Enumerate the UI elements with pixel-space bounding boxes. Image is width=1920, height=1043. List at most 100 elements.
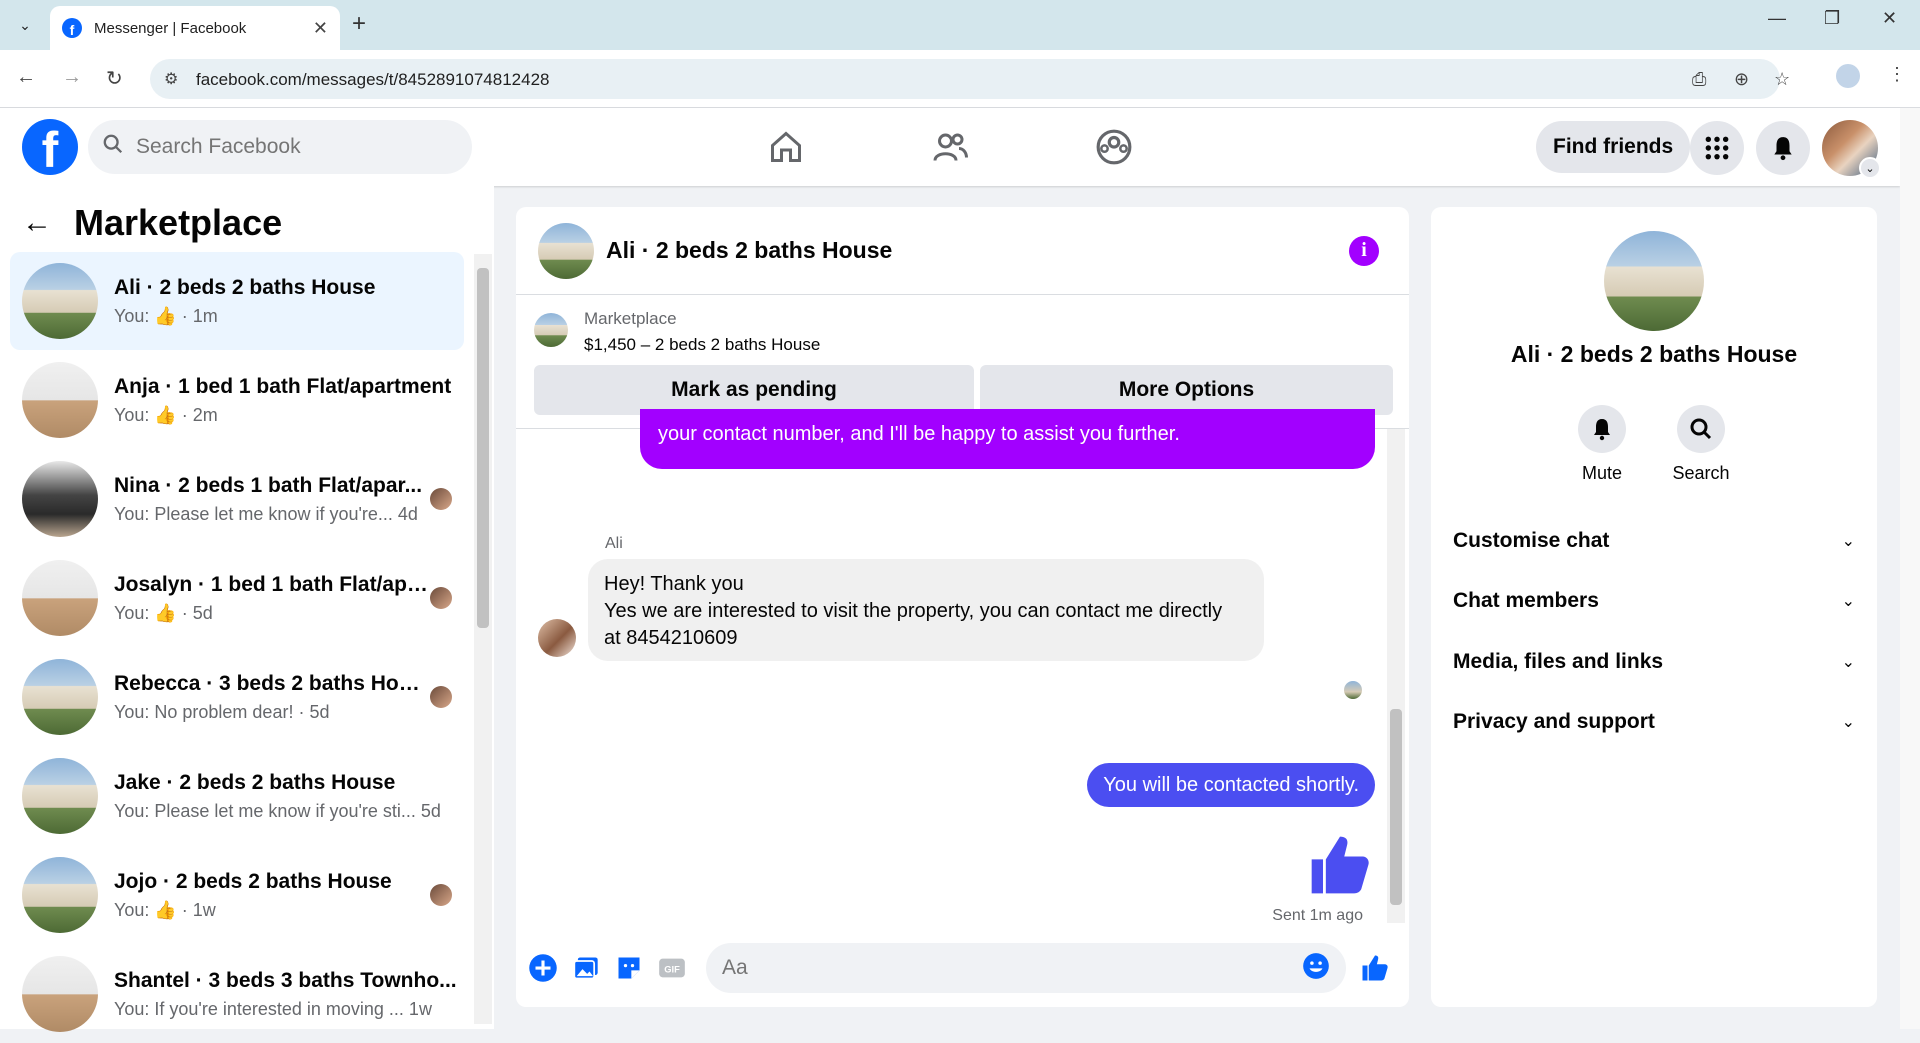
section-label: Media, files and links (1453, 650, 1664, 673)
conversation-text: Jojo · 2 beds 2 baths House You: 👍 · 1w (114, 870, 430, 921)
friends-nav-icon[interactable] (926, 126, 974, 168)
sender-name: Ali (605, 535, 623, 552)
url-text[interactable]: facebook.com/messages/t/8452891074812428 (196, 70, 549, 90)
thread-scroll-thumb[interactable] (1390, 709, 1402, 905)
menu-grid-icon[interactable] (1690, 121, 1744, 175)
conversation-item[interactable]: Shantel · 3 beds 3 baths Townho... You: I… (10, 945, 464, 1043)
conversation-preview: You: Please let me know if you're sti...… (114, 800, 441, 821)
minimize-icon[interactable]: — (1768, 8, 1786, 29)
info-icon[interactable]: i (1349, 235, 1379, 266)
sticker-icon[interactable] (612, 951, 646, 985)
close-window-icon[interactable]: ✕ (1882, 8, 1897, 29)
bell-icon[interactable] (1578, 405, 1626, 453)
seen-avatar (430, 686, 452, 708)
conversation-item[interactable]: Josalyn · 1 bed 1 bath Flat/apa... You: 👍… (10, 549, 464, 647)
svg-text:GIF: GIF (664, 965, 680, 975)
install-app-icon[interactable]: ⎙ (1692, 69, 1706, 90)
address-bar-row: ← → ↻ ⚙ facebook.com/messages/t/84528910… (0, 50, 1920, 108)
conversation-item[interactable]: Jojo · 2 beds 2 baths House You: 👍 · 1w (10, 846, 464, 944)
mute-button[interactable]: Mute (1562, 405, 1642, 484)
find-friends-button[interactable]: Find friends (1536, 121, 1691, 173)
incoming-message-bubble: Hey! Thank you Yes we are interested to … (588, 559, 1264, 661)
conversation-name: Jake · 2 beds 2 baths House (114, 770, 396, 794)
notifications-bell-icon[interactable] (1756, 121, 1810, 175)
conversation-item[interactable]: Anja · 1 bed 1 bath Flat/apartment You: 👍… (10, 351, 464, 449)
listing-thumbnail (22, 263, 98, 339)
section-chat-members[interactable]: Chat members ⌄ (1431, 573, 1877, 629)
home-nav-icon[interactable] (762, 126, 810, 168)
section-customise-chat[interactable]: Customise chat ⌄ (1431, 513, 1877, 569)
chevron-down-icon: ⌄ (1841, 593, 1855, 610)
thumbs-up-icon (1306, 831, 1374, 899)
conversation-item[interactable]: Rebecca · 3 beds 2 baths House You: No pr… (10, 648, 464, 746)
chevron-down-icon[interactable]: ⌄ (1859, 157, 1881, 179)
account-avatar[interactable]: ⌄ (1822, 120, 1881, 179)
site-info-icon[interactable]: ⚙ (164, 69, 178, 89)
chevron-down-icon: ⌄ (1841, 714, 1855, 731)
browser-tab[interactable]: f Messenger | Facebook ✕ (50, 6, 340, 50)
message-input[interactable] (722, 956, 1302, 980)
chat-title[interactable]: Ali · 2 beds 2 baths House (606, 237, 1349, 264)
message-input-box[interactable] (706, 943, 1346, 993)
search-input[interactable] (136, 135, 436, 159)
incoming-line: Hey! Thank you (604, 573, 744, 595)
like-send-icon[interactable] (1358, 951, 1392, 985)
menu-kebab-icon[interactable]: ⋮ (1888, 64, 1906, 85)
search-icon[interactable] (1677, 405, 1725, 453)
back-icon[interactable]: ← (16, 66, 36, 89)
seen-avatar (430, 884, 452, 906)
incoming-line: Yes we are interested to visit the prope… (604, 600, 1223, 622)
close-tab-icon[interactable]: ✕ (313, 18, 328, 39)
tab-search-icon[interactable]: ⌄ (10, 11, 40, 39)
forward-icon[interactable]: → (62, 66, 82, 89)
incoming-line: at 8454210609 (604, 627, 738, 649)
gif-icon[interactable]: GIF (655, 951, 689, 985)
mute-label: Mute (1581, 463, 1623, 483)
groups-nav-icon[interactable] (1090, 126, 1138, 168)
conversation-item[interactable]: Jake · 2 beds 2 baths House You: Please l… (10, 747, 464, 845)
listing-thumbnail (22, 560, 98, 636)
chat-avatar[interactable] (538, 222, 594, 279)
listing-price[interactable]: $1,450 – 2 beds 2 baths House (584, 335, 820, 355)
listing-thumbnail (22, 758, 98, 834)
listing-thumbnail (22, 659, 98, 735)
tab-title: Messenger | Facebook (94, 19, 247, 37)
plus-circle-icon[interactable] (526, 951, 560, 985)
url-field[interactable]: ⚙ facebook.com/messages/t/84528910748124… (150, 59, 1790, 99)
back-arrow-icon[interactable]: ← (22, 206, 52, 240)
section-media-files-links[interactable]: Media, files and links ⌄ (1431, 634, 1877, 690)
thread-scrollbar[interactable] (1387, 429, 1405, 923)
facebook-search[interactable] (88, 120, 472, 174)
listing-thumbnail[interactable] (534, 313, 568, 347)
section-privacy-support[interactable]: Privacy and support ⌄ (1431, 694, 1877, 750)
sidebar-header: ← Marketplace (22, 202, 282, 244)
section-label: Privacy and support (1453, 710, 1655, 733)
conversation-item[interactable]: Ali · 2 beds 2 baths House You: 👍 · 1m (10, 252, 464, 350)
search-in-chat-button[interactable]: Search (1661, 405, 1741, 484)
photo-gallery-icon[interactable] (569, 951, 603, 985)
sender-avatar[interactable] (538, 619, 576, 657)
mark-as-pending-button[interactable]: Mark as pending (534, 365, 974, 415)
facebook-logo-icon[interactable]: f (22, 119, 78, 175)
seen-indicator-avatar (1344, 681, 1362, 699)
conversation-item[interactable]: Nina · 2 beds 1 bath Flat/apar... You: Pl… (10, 450, 464, 548)
zoom-icon[interactable]: ⊕ (1734, 69, 1749, 90)
reload-icon[interactable]: ↻ (106, 66, 123, 91)
facebook-favicon-icon: f (62, 18, 82, 38)
sidebar-scroll-thumb[interactable] (477, 268, 489, 628)
more-options-button[interactable]: More Options (980, 365, 1393, 415)
seen-avatar (430, 488, 452, 510)
chevron-down-icon: ⌄ (1841, 654, 1855, 671)
search-label: Search (1672, 463, 1730, 483)
profile-icon[interactable] (1836, 64, 1860, 88)
conversation-name: Anja · 1 bed 1 bath Flat/apartment (114, 374, 452, 398)
sidebar-scrollbar[interactable] (474, 254, 492, 1024)
section-label: Chat members (1453, 589, 1599, 612)
page-scrollbar[interactable] (1900, 108, 1920, 1029)
new-tab-icon[interactable]: + (352, 10, 366, 38)
bookmark-star-icon[interactable]: ☆ (1774, 69, 1790, 90)
restore-icon[interactable]: ❐ (1824, 8, 1840, 29)
details-avatar[interactable] (1604, 231, 1704, 331)
emoji-icon[interactable] (1302, 952, 1330, 985)
listing-thumbnail (22, 461, 98, 537)
